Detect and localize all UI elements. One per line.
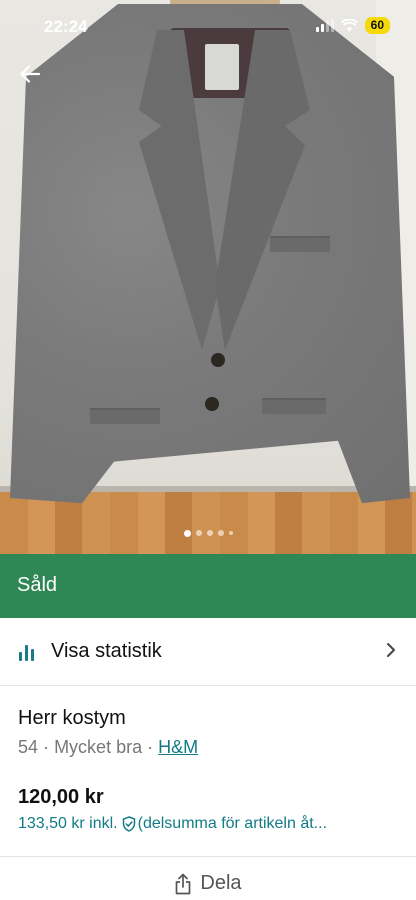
item-details: 54 · Mycket bra · H&M bbox=[18, 737, 198, 758]
pager-dot[interactable] bbox=[206, 530, 213, 536]
arrow-left-icon bbox=[20, 65, 40, 83]
statistics-label: Visa statistik bbox=[51, 640, 162, 662]
price-incl-amount: 133,50 kr inkl. bbox=[18, 815, 118, 832]
item-title: Herr kostym bbox=[18, 707, 126, 729]
back-button[interactable] bbox=[14, 58, 46, 90]
item-size: 54 bbox=[18, 737, 39, 757]
price-incl-note: (delsumma för artikeln åt... bbox=[137, 815, 328, 832]
wifi-icon bbox=[340, 19, 358, 32]
share-button[interactable]: Dela bbox=[0, 872, 416, 895]
divider bbox=[0, 856, 416, 857]
pager-dot[interactable] bbox=[228, 531, 233, 535]
photo-jacket-button bbox=[205, 397, 219, 411]
pager-dot[interactable] bbox=[183, 530, 191, 537]
sold-banner: Såld bbox=[0, 554, 416, 618]
status-bar: 22:24 60 bbox=[0, 0, 416, 54]
photo-pocket bbox=[262, 398, 326, 414]
pager-dot[interactable] bbox=[195, 530, 202, 536]
photo-pocket bbox=[90, 408, 160, 424]
separator: · bbox=[43, 737, 50, 757]
share-icon bbox=[176, 873, 191, 894]
price-incl-protection[interactable]: 133,50 kr inkl. (delsumma för artikeln å… bbox=[18, 815, 408, 833]
pager-dot[interactable] bbox=[217, 530, 224, 536]
status-time: 22:24 bbox=[44, 17, 88, 36]
photo-breast-pocket bbox=[270, 236, 330, 252]
photo-jacket-button bbox=[211, 353, 225, 367]
battery-indicator: 60 bbox=[364, 17, 390, 34]
sold-label: Såld bbox=[17, 574, 58, 596]
item-price: 120,00 kr bbox=[18, 786, 104, 808]
image-pager-dots[interactable] bbox=[0, 530, 416, 537]
status-icons: 60 bbox=[315, 17, 390, 34]
view-statistics-row[interactable]: Visa statistik bbox=[0, 618, 416, 686]
shield-check-icon bbox=[122, 816, 136, 832]
share-label: Dela bbox=[200, 872, 242, 894]
chevron-right-icon bbox=[387, 643, 395, 657]
separator: · bbox=[147, 737, 154, 757]
brand-link[interactable]: H&M bbox=[158, 737, 198, 757]
cellular-signal-icon bbox=[315, 19, 334, 32]
product-photo[interactable] bbox=[0, 0, 416, 554]
item-condition: Mycket bra bbox=[54, 737, 143, 757]
bar-chart-icon bbox=[19, 643, 41, 661]
